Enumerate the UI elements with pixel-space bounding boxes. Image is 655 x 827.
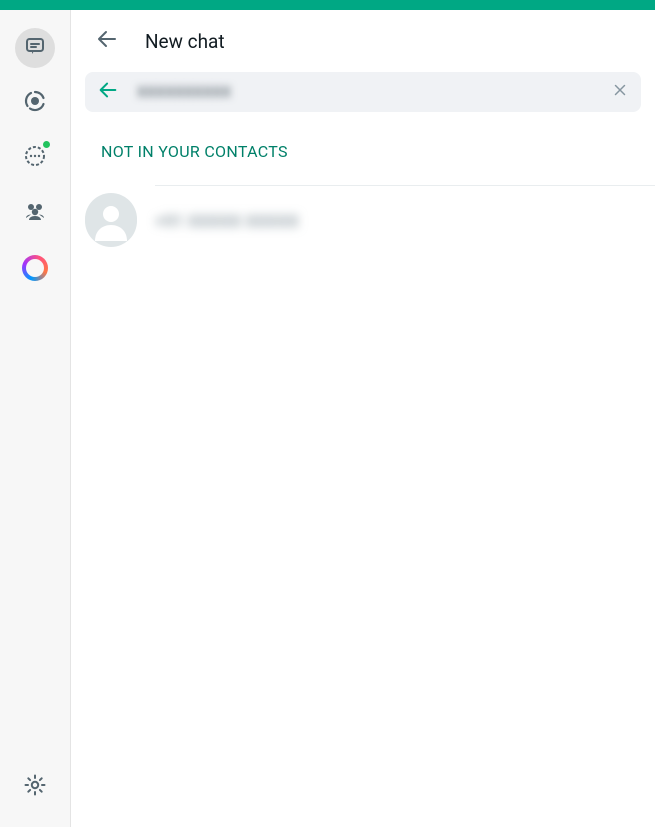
arrow-left-icon [97,79,119,105]
chat-icon [23,34,47,62]
window-teal-strip [0,0,655,10]
sidebar-settings[interactable] [15,767,55,807]
back-button[interactable] [87,21,127,61]
person-icon [85,193,137,249]
panel-header: New chat [71,10,655,72]
left-sidebar [0,10,70,827]
contact-info: +91 XXXXX XXXXX [155,185,655,257]
sidebar-chats[interactable] [15,28,55,68]
sidebar-meta-ai[interactable] [15,248,55,288]
gear-icon [23,773,47,801]
search-back-button[interactable] [97,79,119,105]
search-box [85,72,641,112]
sidebar-status[interactable] [15,83,55,123]
section-label: NOT IN YOUR CONTACTS [71,120,655,175]
contact-number: +91 XXXXX XXXXX [155,212,299,232]
avatar [85,195,137,247]
contact-result-row[interactable]: +91 XXXXX XXXXX [71,175,655,267]
communities-icon [23,199,47,227]
status-icon [23,89,47,117]
sidebar-communities[interactable] [15,193,55,233]
page-title: New chat [145,30,225,53]
sidebar-channels[interactable] [15,138,55,178]
clear-search-button[interactable] [611,81,629,103]
search-input[interactable] [137,83,611,101]
main-panel: New chat [70,10,655,827]
notification-badge [42,140,51,149]
meta-ai-icon [22,255,48,281]
arrow-left-icon [95,27,119,55]
close-icon [611,81,629,103]
